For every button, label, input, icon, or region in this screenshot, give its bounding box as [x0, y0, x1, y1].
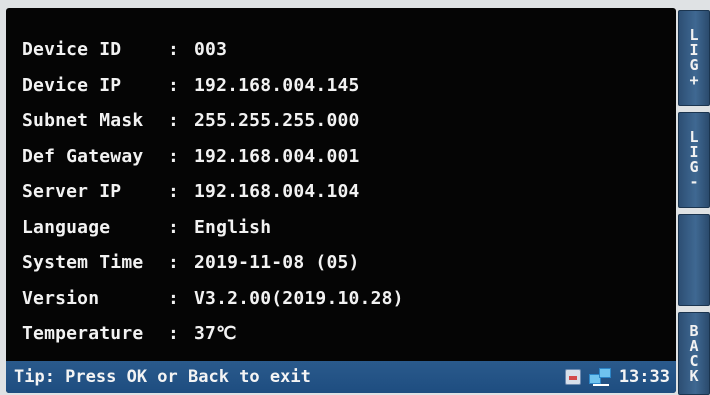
info-row-version: Version : V3.2.00(2019.10.28) [22, 281, 662, 317]
info-separator: : [168, 323, 180, 345]
info-separator: : [168, 39, 180, 61]
info-label: Subnet Mask [22, 110, 144, 132]
info-value: 2019-11-08 (05) [194, 252, 360, 274]
info-value: 192.168.004.104 [194, 181, 360, 203]
status-indicators: 13:33 [564, 361, 670, 393]
info-separator: : [168, 110, 180, 132]
button-char: + [689, 71, 699, 89]
blank-side-button[interactable] [678, 214, 710, 306]
info-label: System Time [22, 252, 144, 274]
info-label: Version [22, 287, 100, 309]
info-row-system-time: System Time : 2019-11-08 (05) [22, 245, 662, 281]
info-value: 255.255.255.000 [194, 110, 360, 132]
device-photo-frame: Device ID : 003 Device IP : 192.168.004.… [0, 0, 710, 395]
info-value: English [194, 216, 272, 238]
button-char: K [689, 366, 699, 385]
device-info-list: Device ID : 003 Device IP : 192.168.004.… [22, 32, 662, 352]
info-separator: : [168, 287, 180, 309]
info-value: 192.168.004.001 [194, 145, 360, 167]
network-icon [588, 368, 611, 386]
device-screen: Device ID : 003 Device IP : 192.168.004.… [6, 8, 676, 393]
info-row-language: Language : English [22, 210, 662, 246]
info-row-subnet-mask: Subnet Mask : 255.255.255.000 [22, 103, 662, 139]
info-label: Temperature [22, 323, 144, 345]
info-label: Server IP [22, 181, 122, 203]
tip-text: Tip: Press OK or Back to exit [14, 367, 311, 387]
info-value: 003 [194, 39, 228, 61]
info-row-server-ip: Server IP : 192.168.004.104 [22, 174, 662, 210]
info-row-device-ip: Device IP : 192.168.004.145 [22, 68, 662, 104]
info-row-def-gateway: Def Gateway : 192.168.004.001 [22, 139, 662, 175]
info-label: Def Gateway [22, 145, 144, 167]
status-bar: Tip: Press OK or Back to exit 13:33 [6, 361, 676, 393]
sd-card-icon [564, 369, 581, 385]
light-minus-button[interactable]: L I G - [678, 112, 710, 208]
info-separator: : [168, 74, 180, 96]
info-label: Device ID [22, 39, 122, 61]
info-label: Language [22, 216, 111, 238]
info-row-temperature: Temperature : 37℃ [22, 316, 662, 352]
info-separator: : [168, 145, 180, 167]
side-button-panel: L I G + L I G - B A C K [678, 8, 710, 395]
info-value: 37℃ [194, 323, 237, 345]
info-separator: : [168, 216, 180, 238]
clock: 13:33 [618, 367, 670, 387]
back-button[interactable]: B A C K [678, 312, 710, 395]
info-separator: : [168, 181, 180, 203]
button-char: - [689, 173, 699, 191]
light-plus-button[interactable]: L I G + [678, 10, 710, 106]
info-row-device-id: Device ID : 003 [22, 32, 662, 68]
info-value: V3.2.00(2019.10.28) [194, 287, 404, 309]
info-label: Device IP [22, 74, 122, 96]
info-separator: : [168, 252, 180, 274]
info-value: 192.168.004.145 [194, 74, 360, 96]
